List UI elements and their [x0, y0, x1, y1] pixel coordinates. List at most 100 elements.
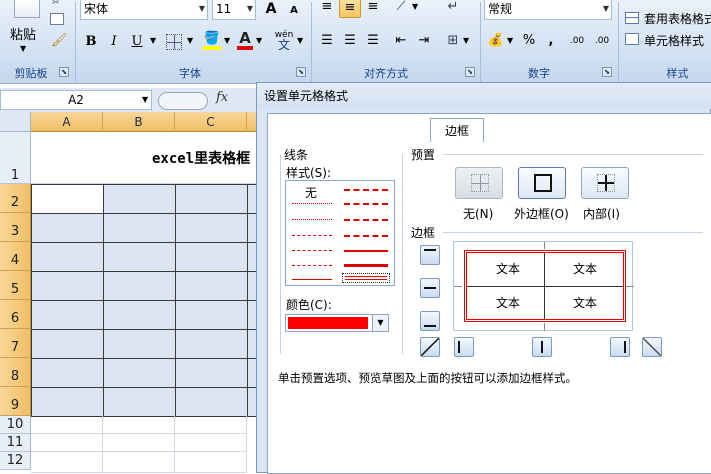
row-header-12[interactable]: 12: [0, 452, 31, 470]
line-style-list[interactable]: 无: [285, 180, 395, 286]
border-right-button[interactable]: [610, 337, 630, 357]
font-size-dropdown[interactable]: 11 ▼: [212, 0, 256, 20]
cell[interactable]: [175, 452, 247, 473]
clipboard-launcher-icon[interactable]: ⬊: [59, 67, 69, 77]
paste-button[interactable]: 粘贴: [10, 24, 36, 43]
row-header-8[interactable]: 8: [0, 358, 31, 387]
border-left-button[interactable]: [454, 337, 474, 357]
italic-button[interactable]: I: [103, 31, 125, 53]
increase-indent-button[interactable]: ⇥: [413, 30, 435, 52]
cell[interactable]: [31, 416, 103, 434]
line-style-medium-dashed[interactable]: [344, 235, 388, 237]
chevron-down-icon[interactable]: ▼: [507, 36, 513, 45]
name-box[interactable]: A2: [0, 90, 152, 110]
line-style-medium-dash-dot-dot[interactable]: [344, 189, 388, 191]
paste-dropdown-icon[interactable]: ▼: [20, 44, 26, 53]
align-right-button[interactable]: ☰: [362, 30, 384, 52]
orientation-button[interactable]: ⟋: [390, 0, 412, 18]
underline-button[interactable]: U: [126, 31, 148, 53]
column-header-c[interactable]: C: [175, 112, 247, 132]
merge-center-button[interactable]: ⊞: [442, 30, 464, 52]
line-color-picker[interactable]: ▼: [285, 314, 389, 332]
cell[interactable]: [175, 416, 247, 434]
line-style-thick[interactable]: [344, 264, 388, 267]
font-color-icon[interactable]: A: [237, 30, 253, 50]
table-cell[interactable]: [103, 184, 176, 214]
table-cell[interactable]: [175, 358, 248, 388]
line-style-medium-dash-dot[interactable]: [344, 219, 388, 221]
row-header-6[interactable]: 6: [0, 300, 31, 329]
chevron-down-icon[interactable]: ▼: [463, 36, 469, 45]
row-header-10[interactable]: 10: [0, 416, 31, 434]
table-cell[interactable]: [103, 329, 176, 359]
preset-inside-button[interactable]: [581, 167, 629, 199]
grow-font-button[interactable]: A: [260, 0, 282, 20]
cell[interactable]: [175, 434, 247, 452]
table-cell[interactable]: [31, 329, 104, 359]
chevron-down-icon[interactable]: ▼: [256, 36, 262, 45]
font-launcher-icon[interactable]: ⬊: [296, 67, 306, 77]
align-top-button[interactable]: ≡: [316, 0, 338, 18]
row-header-2[interactable]: 2: [0, 184, 31, 213]
chevron-down-icon[interactable]: ▼: [187, 36, 193, 45]
formula-cancel-icon[interactable]: [158, 92, 208, 110]
accounting-format-button[interactable]: 💰: [485, 30, 507, 52]
table-cell[interactable]: [175, 271, 248, 301]
bold-button[interactable]: B: [80, 31, 102, 53]
paste-icon[interactable]: [14, 0, 40, 18]
preset-outline-button[interactable]: [518, 167, 566, 199]
table-cell[interactable]: [31, 213, 104, 243]
border-preview[interactable]: 文本 文本 文本 文本: [453, 241, 634, 331]
table-cell[interactable]: [31, 300, 104, 330]
chevron-down-icon[interactable]: ▼: [142, 95, 148, 104]
decrease-indent-button[interactable]: ⇤: [390, 30, 412, 52]
table-cell[interactable]: [175, 213, 248, 243]
table-cell[interactable]: [103, 358, 176, 388]
cut-icon[interactable]: ✂: [52, 0, 64, 8]
column-header-b[interactable]: B: [103, 112, 175, 132]
percent-button[interactable]: %: [518, 30, 540, 52]
comma-button[interactable]: ,: [540, 30, 562, 52]
cell[interactable]: [31, 434, 103, 452]
border-diagonal-down-button[interactable]: [642, 337, 662, 357]
border-bottom-button[interactable]: [420, 311, 440, 331]
select-all-corner[interactable]: [0, 112, 31, 132]
table-cell[interactable]: [175, 387, 248, 417]
table-cell[interactable]: [103, 387, 176, 417]
line-style-double-selected[interactable]: [342, 273, 390, 283]
table-cell[interactable]: [31, 271, 104, 301]
table-cell[interactable]: [103, 213, 176, 243]
row-header-5[interactable]: 5: [0, 271, 31, 300]
font-name-dropdown[interactable]: 宋体 ▼: [80, 0, 208, 20]
shrink-font-button[interactable]: A: [283, 0, 305, 22]
border-top-button[interactable]: [420, 245, 440, 265]
decrease-decimal-button[interactable]: .00: [591, 30, 613, 52]
table-cell[interactable]: [31, 387, 104, 417]
line-style-none[interactable]: 无: [305, 184, 317, 201]
row-header-3[interactable]: 3: [0, 213, 31, 242]
format-painter-icon[interactable]: 🖌: [51, 33, 68, 48]
copy-icon[interactable]: [50, 13, 64, 25]
table-format-button[interactable]: 套用表格格式: [644, 10, 711, 27]
tab-border[interactable]: 边框: [430, 118, 484, 142]
column-header-a[interactable]: A: [31, 112, 103, 132]
chevron-down-icon[interactable]: ▼: [372, 315, 388, 331]
chevron-down-icon[interactable]: ▼: [150, 36, 156, 45]
cell[interactable]: [103, 416, 175, 434]
border-diagonal-up-button[interactable]: [420, 337, 440, 357]
number-format-dropdown[interactable]: 常规 ▼: [484, 0, 612, 20]
line-style-hair-dot[interactable]: [292, 219, 332, 220]
wrap-text-button[interactable]: ↵: [442, 0, 464, 18]
table-cell[interactable]: [103, 242, 176, 272]
line-style-thin[interactable]: [292, 279, 332, 280]
align-bottom-button[interactable]: ≡: [362, 0, 384, 18]
chevron-down-icon[interactable]: ▼: [412, 2, 418, 11]
cell-style-button[interactable]: 单元格样式: [644, 32, 704, 49]
align-middle-button[interactable]: ≡: [339, 0, 361, 18]
chevron-down-icon[interactable]: ▼: [297, 36, 303, 45]
row-header-4[interactable]: 4: [0, 242, 31, 271]
table-cell[interactable]: [175, 242, 248, 272]
table-cell[interactable]: [103, 300, 176, 330]
line-style-dashed[interactable]: [292, 265, 332, 266]
cell[interactable]: [103, 434, 175, 452]
